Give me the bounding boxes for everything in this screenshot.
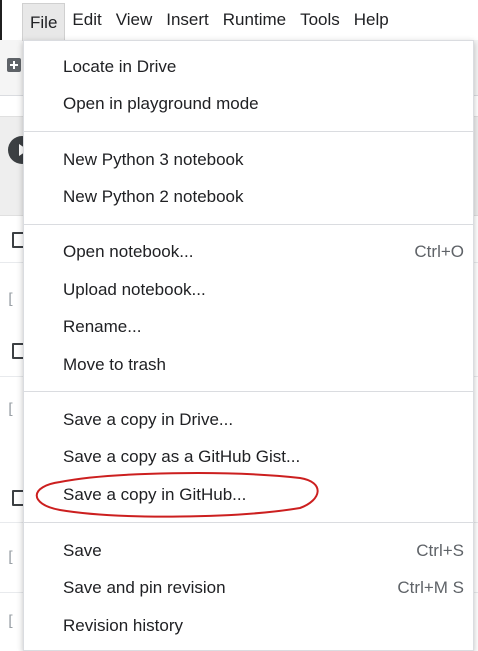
menu-tools[interactable]: Tools [293,2,347,38]
menu-item-label: Open notebook... [63,242,194,261]
menu-item-open-notebook[interactable]: Open notebook... Ctrl+O [24,234,473,270]
menu-item-label: Revision history [63,616,183,635]
menu-insert[interactable]: Insert [159,2,216,38]
menu-edit[interactable]: Edit [65,2,108,38]
menu-separator [24,391,473,392]
menu-item-label: Save a copy in Drive... [63,410,234,429]
menu-item-new-python2[interactable]: New Python 2 notebook [24,179,473,215]
menu-item-label: New Python 2 notebook [63,187,244,206]
menu-item-shortcut: Ctrl+O [414,242,464,261]
menu-separator [24,224,473,225]
menu-item-label: Save [63,541,102,560]
window-edge [0,0,2,40]
menu-item-save-copy-github[interactable]: Save a copy in GitHub... [24,477,473,513]
menu-item-label: New Python 3 notebook [63,150,244,169]
menu-bar: File Edit View Insert Runtime Tools Help [22,0,396,41]
menu-item-rename[interactable]: Rename... [24,309,473,345]
cell-bracket: [ [6,612,16,630]
menu-item-save-and-pin[interactable]: Save and pin revision Ctrl+M S [24,570,473,606]
cell-bracket: [ [6,400,16,418]
file-menu-dropdown: Locate in Drive Open in playground mode … [23,40,474,651]
menu-help[interactable]: Help [347,2,396,38]
menu-runtime[interactable]: Runtime [216,2,293,38]
add-cell-icon[interactable] [7,58,21,72]
menu-file[interactable]: File [22,2,66,41]
menu-item-revision-history[interactable]: Revision history [24,608,473,644]
menu-item-locate-in-drive[interactable]: Locate in Drive [24,49,473,85]
cell-bracket: [ [6,548,16,566]
menu-item-label: Move to trash [63,355,166,374]
menu-item-upload-notebook[interactable]: Upload notebook... [24,272,473,308]
menu-item-label: Save a copy in GitHub... [63,485,247,504]
menu-item-shortcut: Ctrl+S [416,541,464,560]
menu-item-label: Rename... [63,317,142,336]
menu-item-label: Save a copy as a GitHub Gist... [63,447,301,466]
menu-view[interactable]: View [109,2,160,38]
menu-separator [24,131,473,132]
menu-item-save[interactable]: Save Ctrl+S [24,533,473,569]
menu-item-save-copy-drive[interactable]: Save a copy in Drive... [24,402,473,438]
menu-item-label: Save and pin revision [63,578,226,597]
menu-item-label: Locate in Drive [63,57,177,76]
cell-bracket: [ [6,290,16,308]
menu-item-label: Open in playground mode [63,94,259,113]
menu-item-save-copy-gist[interactable]: Save a copy as a GitHub Gist... [24,439,473,475]
menu-item-open-playground[interactable]: Open in playground mode [24,86,473,122]
menu-item-new-python3[interactable]: New Python 3 notebook [24,142,473,178]
menu-separator [24,522,473,523]
menu-item-label: Upload notebook... [63,280,206,299]
menu-item-move-to-trash[interactable]: Move to trash [24,347,473,383]
menu-item-shortcut: Ctrl+M S [397,578,464,597]
